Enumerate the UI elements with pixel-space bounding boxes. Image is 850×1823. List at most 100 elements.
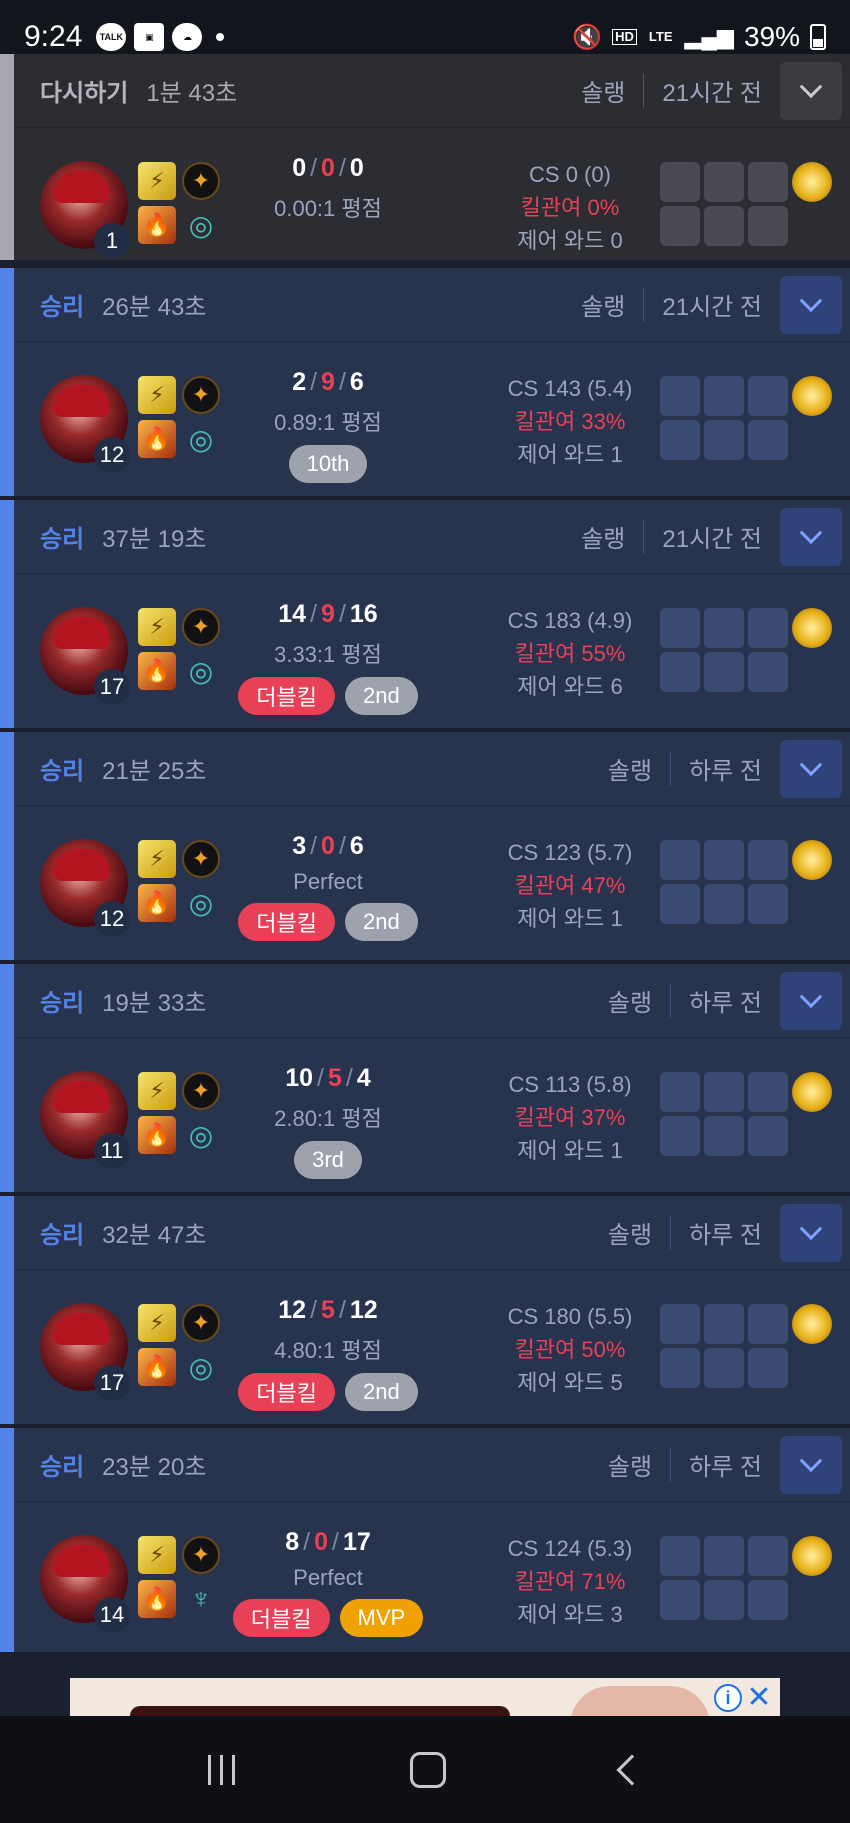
item-slot[interactable] [748, 1580, 788, 1620]
item-slot[interactable] [704, 1116, 744, 1156]
item-slot[interactable] [660, 1072, 700, 1112]
item-slot[interactable] [704, 1580, 744, 1620]
item-slot[interactable] [660, 1304, 700, 1344]
item-slot[interactable] [704, 608, 744, 648]
item-slot[interactable] [748, 1116, 788, 1156]
item-slot[interactable] [704, 840, 744, 880]
keystone-rune-icon[interactable]: ✦ [182, 840, 220, 878]
recent-apps-button[interactable] [207, 1754, 235, 1785]
flash-spell-icon[interactable]: ⚡ [138, 840, 176, 878]
flash-spell-icon[interactable]: ⚡ [138, 608, 176, 646]
keystone-rune-icon[interactable]: ✦ [182, 608, 220, 646]
item-slot[interactable] [704, 206, 744, 246]
item-slot[interactable] [704, 1536, 744, 1576]
item-slot[interactable] [660, 1348, 700, 1388]
item-slot[interactable] [748, 420, 788, 460]
item-slot[interactable] [660, 376, 700, 416]
item-slot[interactable] [660, 1536, 700, 1576]
item-slot[interactable] [748, 1072, 788, 1112]
secondary-rune-icon[interactable]: ◎ [182, 884, 220, 922]
item-slot[interactable] [748, 840, 788, 880]
item-slot[interactable] [748, 1348, 788, 1388]
item-slot[interactable] [748, 608, 788, 648]
ad-banner[interactable]: i ✕ [70, 1678, 780, 1718]
flash-spell-icon[interactable]: ⚡ [138, 1304, 176, 1342]
secondary-rune-icon[interactable]: ◎ [182, 652, 220, 690]
item-slot[interactable] [704, 884, 744, 924]
item-slot[interactable] [748, 884, 788, 924]
expand-button[interactable] [780, 1435, 842, 1494]
keystone-rune-icon[interactable]: ✦ [182, 1536, 220, 1574]
item-slot[interactable] [748, 206, 788, 246]
match-card[interactable]: 승리 32분 47초 솔랭 하루 전 17 ⚡ 🔥 ✦ ◎ 12/5/12 4.80:1 평점 더블킬… [0, 1196, 850, 1424]
item-slot[interactable] [660, 884, 700, 924]
ad-close-icon[interactable]: ✕ [744, 1680, 774, 1714]
expand-button[interactable] [780, 971, 842, 1030]
ignite-spell-icon[interactable]: 🔥 [138, 1348, 176, 1386]
match-card[interactable]: 승리 26분 43초 솔랭 21시간 전 12 ⚡ 🔥 ✦ ◎ 2/9/6 0.89:1 평점 10t… [0, 268, 850, 496]
secondary-rune-icon[interactable]: ◎ [182, 1348, 220, 1386]
match-card[interactable]: 승리 37분 19초 솔랭 21시간 전 17 ⚡ 🔥 ✦ ◎ 14/9/16 3.33:1 평점 더… [0, 500, 850, 728]
item-slot[interactable] [660, 420, 700, 460]
item-slot[interactable] [704, 652, 744, 692]
item-slot[interactable] [704, 376, 744, 416]
secondary-rune-icon[interactable]: ◎ [182, 206, 220, 244]
item-slot[interactable] [660, 840, 700, 880]
ignite-spell-icon[interactable]: 🔥 [138, 884, 176, 922]
back-button[interactable] [615, 1753, 648, 1786]
item-slot[interactable] [748, 652, 788, 692]
flash-spell-icon[interactable]: ⚡ [138, 376, 176, 414]
queue-type: 솔랭 [607, 1222, 653, 1249]
trinket-icon[interactable] [792, 376, 832, 416]
ignite-spell-icon[interactable]: 🔥 [138, 420, 176, 458]
item-slot[interactable] [660, 608, 700, 648]
secondary-rune-icon[interactable]: ◎ [182, 1116, 220, 1154]
item-slot[interactable] [660, 1580, 700, 1620]
match-card[interactable]: 다시하기 1분 43초 솔랭 21시간 전 1 ⚡ 🔥 ✦ ◎ 0/0/0 0.00:1 평점 CS … [0, 54, 850, 260]
match-card[interactable]: 승리 23분 20초 솔랭 하루 전 14 ⚡ 🔥 ✦ ♆ 8/0/17 Perfect 더블킬 MVP… [0, 1428, 850, 1652]
trinket-icon[interactable] [792, 1304, 832, 1344]
ignite-spell-icon[interactable]: 🔥 [138, 206, 176, 244]
match-card[interactable]: 승리 21분 25초 솔랭 하루 전 12 ⚡ 🔥 ✦ ◎ 3/0/6 Perfect 더블킬 2nd C… [0, 732, 850, 960]
keystone-rune-icon[interactable]: ✦ [182, 1072, 220, 1110]
item-slot[interactable] [704, 1304, 744, 1344]
keystone-rune-icon[interactable]: ✦ [182, 1304, 220, 1342]
item-slot[interactable] [704, 162, 744, 202]
expand-button[interactable] [780, 739, 842, 798]
item-slot[interactable] [748, 162, 788, 202]
ignite-spell-icon[interactable]: 🔥 [138, 652, 176, 690]
item-slot[interactable] [704, 1072, 744, 1112]
trinket-icon[interactable] [792, 162, 832, 202]
flash-spell-icon[interactable]: ⚡ [138, 1072, 176, 1110]
keystone-rune-icon[interactable]: ✦ [182, 376, 220, 414]
expand-button[interactable] [780, 61, 842, 120]
item-slot[interactable] [660, 1116, 700, 1156]
trinket-icon[interactable] [792, 608, 832, 648]
item-slot[interactable] [748, 376, 788, 416]
trinket-icon[interactable] [792, 1536, 832, 1576]
item-slot[interactable] [704, 420, 744, 460]
trinket-icon[interactable] [792, 1072, 832, 1112]
secondary-rune-icon[interactable]: ◎ [182, 420, 220, 458]
ignite-spell-icon[interactable]: 🔥 [138, 1116, 176, 1154]
expand-button[interactable] [780, 275, 842, 334]
item-slot[interactable] [748, 1536, 788, 1576]
flash-spell-icon[interactable]: ⚡ [138, 162, 176, 200]
home-button[interactable] [409, 1751, 446, 1788]
flash-spell-icon[interactable]: ⚡ [138, 1536, 176, 1574]
item-slot[interactable] [660, 652, 700, 692]
item-slot[interactable] [704, 1348, 744, 1388]
ignite-spell-icon[interactable]: 🔥 [138, 1580, 176, 1618]
item-slot[interactable] [748, 1304, 788, 1344]
expand-button[interactable] [780, 1203, 842, 1262]
match-card[interactable]: 승리 19분 33초 솔랭 하루 전 11 ⚡ 🔥 ✦ ◎ 10/5/4 2.80:1 평점 3rd C… [0, 964, 850, 1192]
item-slot[interactable] [660, 206, 700, 246]
secondary-rune-icon[interactable]: ♆ [182, 1580, 220, 1618]
keystone-rune-icon[interactable]: ✦ [182, 162, 220, 200]
trinket-icon[interactable] [792, 840, 832, 880]
kda-separator: / [345, 1064, 353, 1092]
ad-info-icon[interactable]: i [714, 1684, 742, 1712]
item-slot[interactable] [660, 162, 700, 202]
expand-button[interactable] [780, 507, 842, 566]
ad-image-shape [570, 1686, 710, 1718]
